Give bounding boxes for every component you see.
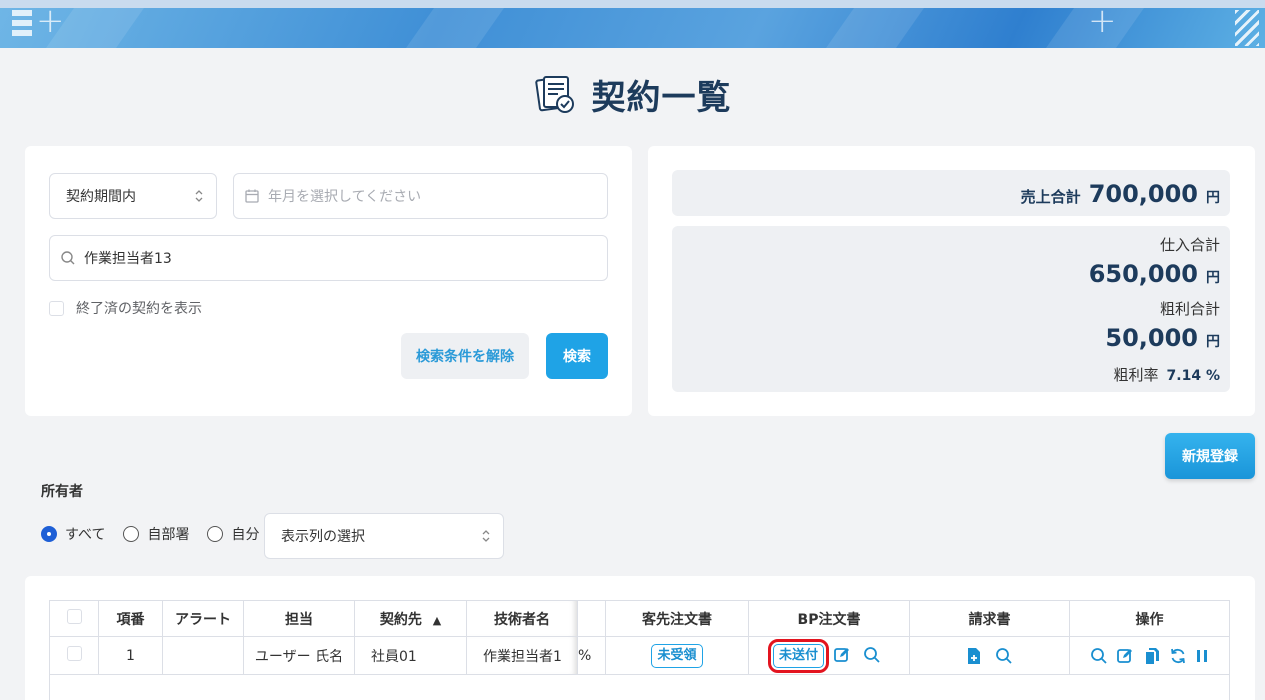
search-panel: 契約期間内 年月を選択してください 作業担当者13 終了済の契約を表示 検索条件… [25, 146, 632, 416]
top-banner: + + [0, 0, 1265, 48]
add-document-icon[interactable] [966, 647, 982, 665]
pause-icon[interactable] [1195, 647, 1209, 665]
contract-table-panel: 項番 アラート 担当 契約先 ▲ 技術者名 客先注文書 BP注文書 請求書 操作… [25, 576, 1255, 700]
customer-order-status-badge[interactable]: 未受領 [651, 643, 703, 668]
radio-unchecked-icon [123, 526, 140, 542]
contract-document-icon [534, 75, 574, 113]
owner-radio-department-label: 自部署 [147, 527, 190, 543]
month-picker-placeholder: 年月を選択してください [268, 189, 422, 205]
sort-asc-icon: ▲ [432, 613, 442, 627]
radio-unchecked-icon [207, 526, 224, 542]
search-icon [61, 251, 75, 265]
table-empty-row [49, 674, 1230, 700]
contract-table: 項番 アラート 担当 契約先 ▲ 技術者名 客先注文書 BP注文書 請求書 操作… [49, 600, 1230, 700]
owner-label: 所有者 [41, 484, 83, 500]
table-header-row: 項番 アラート 担当 契約先 ▲ 技術者名 客先注文書 BP注文書 請求書 操作 [49, 600, 1230, 637]
new-registration-button[interactable]: 新規登録 [1165, 433, 1255, 479]
sales-total-value: 700,000 [1088, 180, 1198, 208]
cell-no: 1 [98, 636, 163, 675]
cell-alert [162, 636, 244, 675]
edit-icon[interactable] [1116, 647, 1134, 665]
select-all-checkbox[interactable] [66, 609, 82, 624]
margin-rate-label: 粗利率 [1113, 366, 1159, 384]
search-icon[interactable] [995, 647, 1013, 665]
select-all-cell [49, 600, 99, 637]
bp-order-status-badge[interactable]: 未送付 [768, 638, 830, 673]
decor-cross-icon: + [1088, 1, 1117, 41]
owner-radio-all-label: すべて [65, 527, 106, 543]
purchase-total-label: 仕入合計 [1159, 236, 1220, 254]
col-header-engineer[interactable]: 技術者名 [466, 600, 578, 637]
worker-search-input[interactable]: 作業担当者13 [49, 235, 608, 281]
menu-icon[interactable] [12, 10, 32, 40]
col-header-hidden [577, 600, 606, 637]
refresh-icon[interactable] [1169, 647, 1187, 665]
copy-icon[interactable] [1143, 647, 1161, 665]
table-row[interactable]: 1 ユーザー 氏名 社員01 作業担当者1 % 未受領 未送付 [49, 636, 1230, 675]
month-picker-input[interactable]: 年月を選択してください [233, 173, 608, 219]
sales-total-currency: 円 [1206, 190, 1220, 206]
page-title: 契約一覧 [591, 78, 732, 118]
col-header-client-label: 契約先 [379, 611, 422, 628]
chevron-updown-icon [482, 530, 490, 542]
search-icon[interactable] [863, 646, 881, 664]
col-header-bp-order[interactable]: BP注文書 [748, 600, 910, 637]
cell-actions [1069, 636, 1230, 675]
worker-search-value: 作業担当者13 [84, 251, 172, 267]
cell-owner: ユーザー 氏名 [243, 636, 355, 675]
decor-cross-icon: + [36, 1, 65, 41]
cell-invoice [909, 636, 1070, 675]
col-header-client[interactable]: 契約先 ▲ [354, 600, 467, 637]
search-icon[interactable] [1090, 647, 1108, 665]
show-finished-checkbox[interactable] [49, 300, 64, 316]
cell-customer-order: 未受領 [605, 636, 749, 675]
col-header-alert[interactable]: アラート [162, 600, 244, 637]
decor-hatch [1235, 10, 1259, 46]
column-select-value: 表示列の選択 [281, 529, 365, 545]
chevron-updown-icon [195, 190, 203, 202]
col-header-owner[interactable]: 担当 [243, 600, 355, 637]
owner-radio-all[interactable]: すべて [41, 524, 105, 544]
col-header-invoice[interactable]: 請求書 [909, 600, 1070, 637]
col-header-no[interactable]: 項番 [98, 600, 163, 637]
cost-summary-box: 仕入合計 650,000 円 粗利合計 50,000 円 粗利率 7.14 % [672, 226, 1230, 392]
cell-engineer: 作業担当者1 [466, 636, 578, 675]
profit-total-label: 粗利合計 [1159, 300, 1220, 318]
edit-icon[interactable] [833, 646, 851, 664]
calendar-icon [245, 189, 259, 203]
show-finished-label: 終了済の契約を表示 [76, 301, 202, 317]
summary-panel: 売上合計 700,000 円 仕入合計 650,000 円 粗利合計 50,00… [648, 146, 1255, 416]
cell-hidden-column: % [577, 636, 606, 675]
cell-client: 社員01 [354, 636, 467, 675]
clear-conditions-button[interactable]: 検索条件を解除 [401, 333, 529, 379]
purchase-total-value: 650,000 [1088, 260, 1198, 288]
cell-bp-order: 未送付 [748, 636, 910, 675]
owner-radio-department[interactable]: 自部署 [123, 524, 189, 544]
sales-total-label: 売上合計 [1020, 188, 1081, 206]
purchase-total-currency: 円 [1206, 270, 1220, 286]
col-header-customer-order[interactable]: 客先注文書 [605, 600, 749, 637]
margin-rate-value: 7.14 % [1166, 368, 1220, 384]
period-select[interactable]: 契約期間内 [49, 173, 217, 219]
row-select-cell [49, 636, 99, 675]
row-select-checkbox[interactable] [66, 646, 82, 661]
sales-total-box: 売上合計 700,000 円 [672, 170, 1230, 216]
search-button[interactable]: 検索 [546, 333, 608, 379]
period-select-value: 契約期間内 [66, 189, 136, 205]
profit-total-currency: 円 [1206, 334, 1220, 350]
column-select[interactable]: 表示列の選択 [264, 513, 504, 559]
owner-radio-self-label: 自分 [231, 527, 260, 543]
owner-radio-self[interactable]: 自分 [207, 524, 259, 544]
profit-total-value: 50,000 [1105, 324, 1198, 352]
radio-checked-icon [41, 526, 57, 542]
col-header-actions[interactable]: 操作 [1069, 600, 1230, 637]
